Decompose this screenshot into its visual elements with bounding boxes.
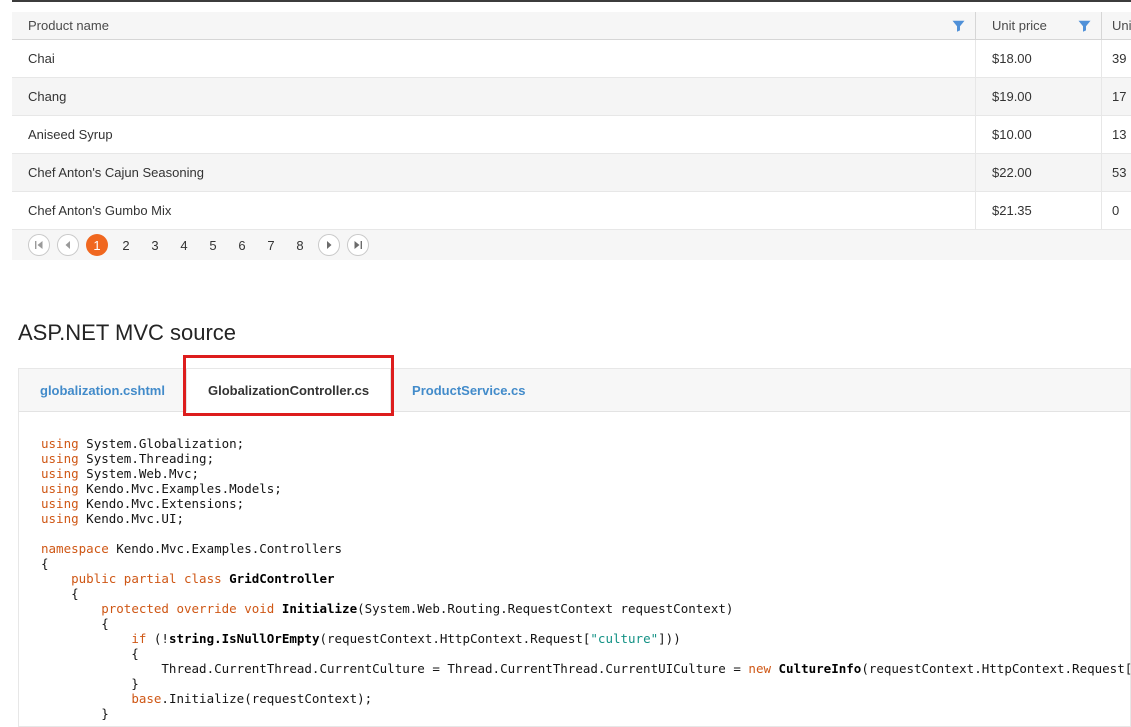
units-in-stock: 39	[1112, 51, 1126, 66]
code-line: namespace Kendo.Mvc.Examples.Controllers	[41, 541, 1130, 556]
code-line: if (!string.IsNullOrEmpty(requestContext…	[41, 631, 1130, 646]
unit-price: $18.00	[992, 51, 1032, 66]
clipped-content-above	[12, 0, 1131, 2]
units-in-stock: 0	[1112, 203, 1119, 218]
code-line	[41, 526, 1130, 541]
column-header-units-in-stock[interactable]: Uni	[1101, 12, 1131, 40]
grid-pager: 1 2 3 4 5 6 7 8	[12, 230, 1131, 260]
code-line: using System.Threading;	[41, 451, 1130, 466]
tab-productservice-cs[interactable]: ProductService.cs	[391, 369, 546, 411]
pager-page-5[interactable]: 5	[202, 234, 224, 256]
code-line: {	[41, 646, 1130, 661]
product-name: Chef Anton's Gumbo Mix	[28, 203, 171, 218]
table-row[interactable]: Aniseed Syrup $10.00 13	[12, 116, 1131, 154]
code-line: using System.Web.Mvc;	[41, 466, 1130, 481]
product-name: Chai	[28, 51, 55, 66]
code-line: {	[41, 586, 1130, 601]
unit-price: $10.00	[992, 127, 1032, 142]
table-row[interactable]: Chai $18.00 39	[12, 40, 1131, 78]
column-header-label: Uni	[1112, 18, 1131, 33]
code-line: using System.Globalization;	[41, 436, 1130, 451]
pager-page-7[interactable]: 7	[260, 234, 282, 256]
tab-label: GlobalizationController.cs	[208, 383, 369, 398]
grid-header: Product name Unit price Uni	[12, 12, 1131, 40]
code-line: {	[41, 616, 1130, 631]
next-page-icon	[324, 240, 334, 250]
tabstrip: globalization.cshtml GlobalizationContro…	[19, 369, 1130, 412]
pager-page-6[interactable]: 6	[231, 234, 253, 256]
unit-price: $21.35	[992, 203, 1032, 218]
pager-page-8[interactable]: 8	[289, 234, 311, 256]
code-line: using Kendo.Mvc.UI;	[41, 511, 1130, 526]
code-line: Thread.CurrentThread.CurrentCulture = Th…	[41, 661, 1130, 676]
column-header-unit-price[interactable]: Unit price	[975, 12, 1101, 40]
product-name: Aniseed Syrup	[28, 127, 113, 142]
page-title: ASP.NET MVC source	[18, 320, 236, 346]
column-header-label: Unit price	[992, 18, 1072, 33]
filter-icon[interactable]	[1078, 20, 1091, 32]
code-block: using System.Globalization;using System.…	[19, 412, 1130, 721]
pager-first-button[interactable]	[28, 234, 50, 256]
source-tabstrip-widget: globalization.cshtml GlobalizationContro…	[18, 368, 1131, 727]
pager-prev-button[interactable]	[57, 234, 79, 256]
pager-last-button[interactable]	[347, 234, 369, 256]
products-grid: Product name Unit price Uni Chai $18.00 …	[12, 12, 1131, 260]
pager-page-1[interactable]: 1	[86, 234, 108, 256]
table-row[interactable]: Chef Anton's Gumbo Mix $21.35 0	[12, 192, 1131, 230]
code-line: public partial class GridController	[41, 571, 1130, 586]
code-line: using Kendo.Mvc.Examples.Models;	[41, 481, 1130, 496]
pager-next-button[interactable]	[318, 234, 340, 256]
column-header-product-name[interactable]: Product name	[12, 12, 975, 40]
code-line: {	[41, 556, 1130, 571]
units-in-stock: 17	[1112, 89, 1126, 104]
product-name: Chang	[28, 89, 66, 104]
table-row[interactable]: Chef Anton's Cajun Seasoning $22.00 53	[12, 154, 1131, 192]
code-line: }	[41, 676, 1130, 691]
tab-label: ProductService.cs	[412, 383, 525, 398]
table-row[interactable]: Chang $19.00 17	[12, 78, 1131, 116]
pager-page-3[interactable]: 3	[144, 234, 166, 256]
first-page-icon	[34, 240, 44, 250]
filter-icon[interactable]	[952, 20, 965, 32]
unit-price: $19.00	[992, 89, 1032, 104]
units-in-stock: 13	[1112, 127, 1126, 142]
code-line: using Kendo.Mvc.Extensions;	[41, 496, 1130, 511]
code-line: }	[41, 706, 1130, 721]
units-in-stock: 53	[1112, 165, 1126, 180]
code-line: base.Initialize(requestContext);	[41, 691, 1130, 706]
prev-page-icon	[63, 240, 73, 250]
unit-price: $22.00	[992, 165, 1032, 180]
code-line: protected override void Initialize(Syste…	[41, 601, 1130, 616]
product-name: Chef Anton's Cajun Seasoning	[28, 165, 204, 180]
column-header-label: Product name	[28, 18, 946, 33]
tab-globalizationcontroller-cs[interactable]: GlobalizationController.cs	[186, 369, 391, 412]
last-page-icon	[353, 240, 363, 250]
tab-label: globalization.cshtml	[40, 383, 165, 398]
pager-page-2[interactable]: 2	[115, 234, 137, 256]
tab-globalization-cshtml[interactable]: globalization.cshtml	[19, 369, 186, 411]
pager-page-4[interactable]: 4	[173, 234, 195, 256]
